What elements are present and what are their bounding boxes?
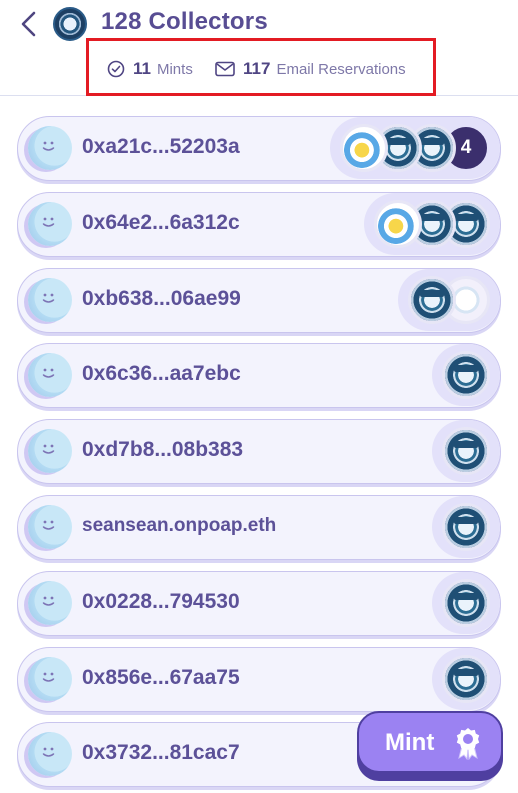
collection-logo: [53, 7, 87, 41]
poap-badges[interactable]: [442, 501, 490, 553]
avatar: [28, 580, 72, 625]
mint-button[interactable]: Mint: [357, 711, 503, 773]
avatar: [28, 277, 72, 322]
poap-badge-attendee[interactable]: [442, 503, 490, 551]
check-circle-icon: [107, 60, 125, 78]
poap-badges[interactable]: [442, 577, 490, 629]
email-label: Email Reservations: [276, 60, 406, 78]
mints-count: 11: [133, 59, 151, 78]
avatar: [28, 429, 72, 474]
avatar: [28, 201, 72, 246]
smiley-icon: [42, 444, 55, 454]
collector-address: seansean.onpoap.eth: [82, 515, 277, 536]
poap-badges[interactable]: [408, 274, 490, 326]
collector-row[interactable]: seansean.onpoap.eth: [17, 495, 501, 560]
smiley-icon: [42, 217, 55, 227]
avatar: [28, 732, 72, 777]
poap-badge-attendee[interactable]: [408, 275, 456, 324]
poap-badges[interactable]: [442, 425, 490, 477]
collector-address: 0x856e...67aa75: [82, 665, 240, 689]
poap-badge-attendee[interactable]: [442, 654, 490, 703]
poap-badges[interactable]: [374, 198, 490, 250]
mail-icon: [215, 61, 235, 77]
smiley-icon: [42, 672, 55, 682]
page-title: 128 Collectors: [101, 8, 268, 35]
smiley-icon: [42, 596, 55, 606]
collector-address: 0xd7b8...08b383: [82, 438, 244, 462]
poap-badge-attendee[interactable]: [442, 427, 490, 476]
mint-button-label: Mint: [385, 729, 435, 756]
collector-address: 0x3732...81cac7: [82, 741, 240, 765]
mints-stat: 11 Mints: [107, 58, 193, 80]
ribbon-badge-icon: [456, 728, 480, 760]
collector-row[interactable]: 0xd7b8...08b383: [17, 419, 501, 485]
poap-badge-bird[interactable]: [340, 124, 388, 172]
smiley-icon: [42, 520, 55, 530]
header: 128 Collectors 11 Mints 117 Email Reserv…: [0, 0, 518, 96]
email-reservations-stat: 117 Email Reservations: [215, 58, 406, 80]
collector-address: 0xa21c...52203a: [82, 135, 240, 158]
avatar: [28, 353, 72, 398]
avatar: [28, 126, 72, 170]
avatar: [28, 505, 72, 549]
stats-bar: 11 Mints 117 Email Reservations: [86, 38, 436, 96]
poap-badge-attendee[interactable]: [442, 578, 490, 627]
collector-address: 0xb638...06ae99: [82, 286, 241, 310]
poap-badges[interactable]: [442, 349, 490, 401]
smiley-icon: [42, 368, 55, 379]
collector-address: 0x0228...794530: [82, 589, 240, 613]
poap-badges[interactable]: 4: [340, 122, 490, 174]
poap-badge-bird[interactable]: [374, 199, 422, 248]
email-count: 117: [243, 59, 271, 78]
smiley-icon: [42, 293, 55, 303]
collector-row[interactable]: 0x6c36...aa7ebc: [17, 343, 501, 409]
avatar: [28, 656, 72, 701]
collector-address: 0x64e2...6a312c: [82, 210, 240, 234]
collector-row[interactable]: 0x856e...67aa75: [17, 646, 501, 712]
back-button[interactable]: [16, 8, 44, 40]
poap-badge-attendee[interactable]: [442, 351, 490, 400]
mints-label: Mints: [156, 60, 193, 78]
poap-badges[interactable]: [442, 653, 490, 705]
collector-row[interactable]: 0x64e2...6a312c: [17, 191, 501, 257]
smiley-icon: [42, 747, 55, 758]
collector-row[interactable]: 0xa21c...52203a 4: [17, 116, 501, 181]
collector-address: 0x6c36...aa7ebc: [82, 362, 241, 386]
collector-row[interactable]: 0x0228...794530: [17, 570, 501, 636]
collector-row[interactable]: 0xb638...06ae99: [17, 267, 501, 333]
chevron-left-icon: [21, 11, 36, 37]
smiley-icon: [42, 141, 55, 151]
